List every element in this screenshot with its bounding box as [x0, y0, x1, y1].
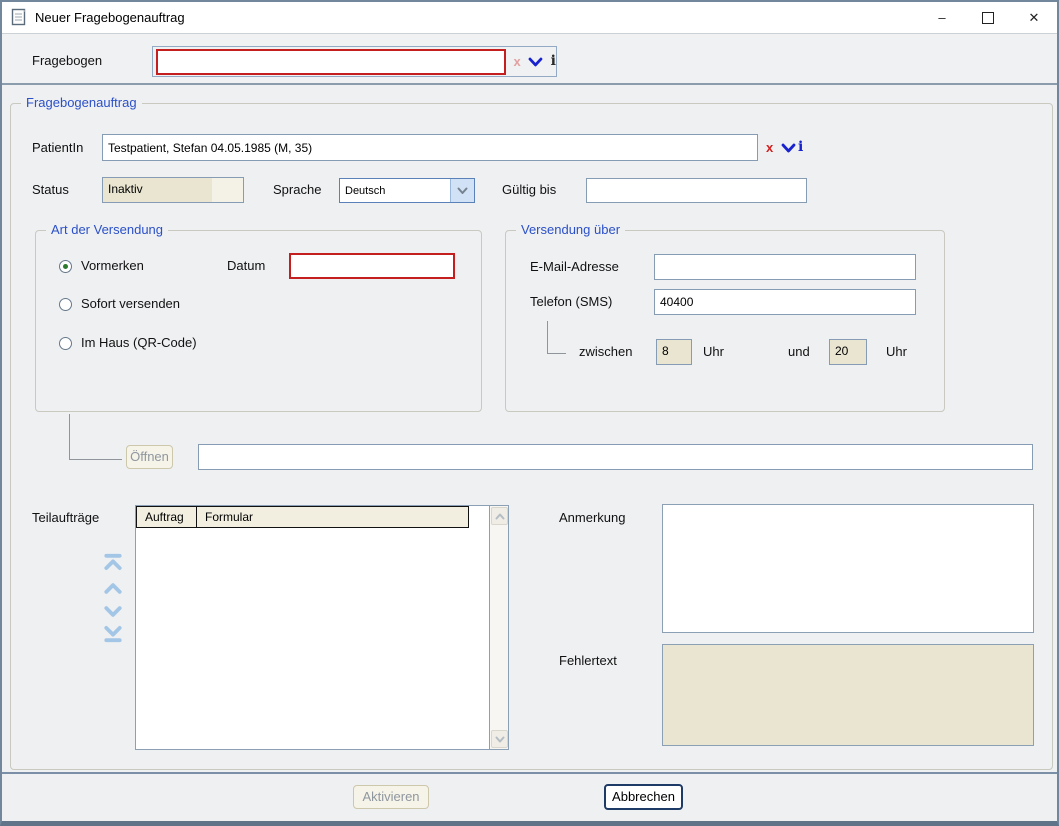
- minimize-button[interactable]: –: [919, 2, 965, 33]
- table-scrollbar[interactable]: [489, 506, 508, 749]
- abbrechen-button[interactable]: Abbrechen: [604, 784, 683, 810]
- footer-divider: [2, 772, 1057, 774]
- radio-im-haus-qr-code-label: Im Haus (QR-Code): [81, 330, 197, 356]
- maximize-button[interactable]: [965, 2, 1011, 33]
- patient-label: PatientIn: [32, 135, 83, 161]
- radio-vormerken[interactable]: [59, 260, 72, 273]
- notepad-icon: [11, 8, 27, 26]
- connector-line: [69, 414, 70, 460]
- uhr-label: Uhr: [886, 339, 907, 365]
- sprache-selected-value: Deutsch: [340, 185, 450, 197]
- move-to-top-button[interactable]: [101, 553, 125, 572]
- radio-im-haus-qr-code[interactable]: [59, 337, 72, 350]
- connector-line: [547, 353, 566, 354]
- uhrzeit-von-field: 8: [656, 339, 692, 365]
- status-value-field: Inaktiv: [102, 177, 244, 203]
- info-icon[interactable]: i: [551, 48, 556, 75]
- und-label: und: [788, 339, 810, 365]
- chevron-up-icon: [495, 513, 505, 520]
- sprache-select[interactable]: Deutsch: [339, 178, 475, 203]
- dialog-neuer-fragebogenauftrag: Neuer Fragebogenauftrag – ✕ Fragebogen x…: [0, 0, 1059, 826]
- anmerkung-textarea[interactable]: [662, 504, 1034, 633]
- title-bar: Neuer Fragebogenauftrag – ✕: [2, 2, 1057, 34]
- datum-label: Datum: [227, 253, 265, 279]
- email-label: E-Mail-Adresse: [530, 254, 619, 280]
- uhr-label: Uhr: [703, 339, 724, 365]
- fehlertext-label: Fehlertext: [559, 648, 617, 674]
- anmerkung-label: Anmerkung: [559, 505, 625, 531]
- dropdown-chevron-icon[interactable]: [528, 56, 543, 68]
- zwischen-label: zwischen: [579, 339, 632, 365]
- table-header-row: Auftrag Formular: [136, 506, 469, 528]
- patient-input[interactable]: [102, 134, 758, 161]
- art-der-versendung-group-label: Art der Versendung: [46, 222, 168, 238]
- patient-info-icon[interactable]: i: [798, 134, 803, 161]
- fragebogen-field-group: x i: [152, 46, 557, 77]
- window-title: Neuer Fragebogenauftrag: [35, 2, 185, 33]
- move-to-bottom-button[interactable]: [101, 624, 125, 643]
- fragebogenauftrag-group-label: Fragebogenauftrag: [21, 95, 142, 111]
- chevron-down-icon: [495, 736, 505, 743]
- connector-line: [547, 321, 548, 354]
- radio-sofort-versenden[interactable]: [59, 298, 72, 311]
- email-input[interactable]: [654, 254, 916, 280]
- close-button[interactable]: ✕: [1011, 2, 1057, 33]
- gueltig-bis-label: Gültig bis: [502, 177, 556, 203]
- minimize-icon: –: [938, 10, 945, 25]
- status-label: Status: [32, 177, 69, 203]
- move-down-button[interactable]: [101, 602, 125, 621]
- radio-sofort-versenden-label: Sofort versenden: [81, 291, 180, 317]
- patient-clear-icon[interactable]: x: [766, 134, 773, 161]
- scroll-down-button[interactable]: [491, 730, 508, 748]
- datum-input[interactable]: [289, 253, 455, 279]
- close-icon: ✕: [1029, 10, 1040, 25]
- column-header-auftrag[interactable]: Auftrag: [137, 507, 196, 527]
- oeffnen-button[interactable]: Öffnen: [126, 445, 173, 469]
- teilauftraege-table: Auftrag Formular: [135, 505, 509, 750]
- fragebogen-label: Fragebogen: [32, 48, 102, 74]
- gueltig-bis-input[interactable]: [586, 178, 807, 203]
- clear-icon[interactable]: x: [514, 48, 521, 75]
- connector-line: [70, 459, 122, 460]
- move-up-button[interactable]: [101, 579, 125, 598]
- telefon-input[interactable]: [654, 289, 916, 315]
- chevron-down-icon: [457, 187, 468, 195]
- oeffnen-path-input[interactable]: [198, 444, 1033, 470]
- uhrzeit-bis-field: 20: [829, 339, 867, 365]
- maximize-icon: [982, 12, 994, 24]
- versendung-ueber-group-label: Versendung über: [516, 222, 625, 238]
- patient-dropdown-chevron-icon[interactable]: [781, 142, 796, 154]
- column-header-formular[interactable]: Formular: [196, 507, 468, 527]
- sprache-dropdown-button[interactable]: [450, 179, 474, 202]
- fehlertext-textarea: [662, 644, 1034, 746]
- teilauftraege-label: Teilaufträge: [32, 505, 99, 531]
- scroll-up-button[interactable]: [491, 507, 508, 525]
- radio-vormerken-label: Vormerken: [81, 253, 144, 279]
- fragebogen-input[interactable]: [156, 49, 506, 75]
- aktivieren-button[interactable]: Aktivieren: [353, 785, 429, 809]
- telefon-label: Telefon (SMS): [530, 289, 612, 315]
- sprache-label: Sprache: [273, 177, 321, 203]
